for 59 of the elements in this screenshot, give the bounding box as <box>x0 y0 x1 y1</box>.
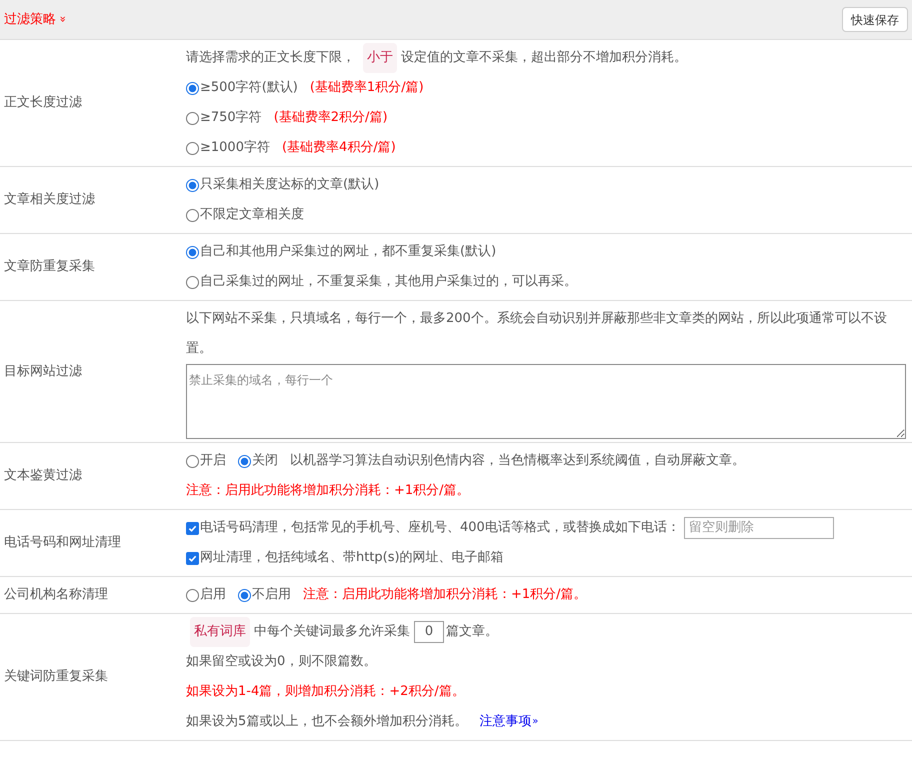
radio-button[interactable] <box>238 588 251 602</box>
setting-label: 关键词防重复采集 <box>4 668 108 686</box>
radio-label[interactable]: 启用 <box>200 580 226 610</box>
setting-label: 文章防重复采集 <box>4 258 95 276</box>
note-text: (基础费率1积分/篇) <box>310 79 424 97</box>
description-text: 请选择需求的正文长度下限， <box>186 49 355 67</box>
checkbox[interactable] <box>186 522 199 534</box>
note-text: (基础费率4积分/篇) <box>282 139 396 157</box>
note-text: 如果设为1-4篇，则增加积分消耗：+2积分/篇。 <box>186 683 465 701</box>
radio-label[interactable]: 不启用 <box>252 580 291 610</box>
radio-button[interactable] <box>186 246 199 258</box>
note-text: (基础费率2积分/篇) <box>274 109 388 127</box>
setting-label: 文本鉴黄过滤 <box>4 467 82 486</box>
double-chevron-icon: » <box>532 707 538 737</box>
radio-label[interactable]: ≥750字符 <box>200 103 262 133</box>
description-text: 篇文章。 <box>446 623 498 641</box>
description-text: 以下网站不采集，只填域名，每行一个，最多200个。系统会自动识别并屏蔽那些非文章类的网站，所以此项通常可以不设置。 <box>186 310 888 358</box>
description-text: 设定值的文章不采集，超出部分不增加积分消耗。 <box>401 49 687 67</box>
radio-button[interactable] <box>186 82 199 94</box>
radio-label[interactable]: 自己采集过的网址，不重复采集，其他用户采集过的，可以再采。 <box>200 267 577 297</box>
radio-button[interactable] <box>186 208 199 222</box>
checkbox[interactable] <box>186 552 199 564</box>
number-input-field[interactable]: 0 <box>414 621 444 643</box>
setting-label: 正文长度过滤 <box>4 94 82 112</box>
checkbox-label[interactable]: 电话号码清理，包括常见的手机号、座机号、400电话等格式，或替换成如下电话： <box>200 513 680 543</box>
radio-label[interactable]: 开启 <box>200 446 226 476</box>
radio-label[interactable]: 关闭 <box>252 446 278 476</box>
radio-button[interactable] <box>186 112 199 124</box>
radio-label[interactable]: ≥1000字符 <box>200 133 270 163</box>
radio-button[interactable] <box>186 276 199 288</box>
radio-button[interactable] <box>186 588 199 602</box>
checkmark-icon <box>188 524 197 532</box>
radio-button[interactable] <box>186 454 199 468</box>
radio-button[interactable] <box>238 454 251 468</box>
radio-label[interactable]: ≥500字符(默认) <box>200 73 298 103</box>
radio-label[interactable]: 只采集相关度达标的文章(默认) <box>200 170 380 200</box>
keyword-tag: 私有词库 <box>190 617 250 647</box>
setting-label: 公司机构名称清理 <box>4 586 108 604</box>
notes-link[interactable]: 注意事项» <box>479 707 538 737</box>
quick-save-button[interactable]: 快速保存 <box>842 7 908 32</box>
domain-textarea[interactable]: 禁止采集的域名，每行一个 <box>186 364 906 439</box>
double-chevron-icon: » <box>54 16 71 23</box>
radio-button[interactable] <box>186 142 199 154</box>
radio-label[interactable]: 不限定文章相关度 <box>200 200 304 230</box>
radio-label[interactable]: 自己和其他用户采集过的网址，都不重复采集(默认) <box>200 237 496 267</box>
setting-label: 文章相关度过滤 <box>4 191 95 210</box>
radio-button[interactable] <box>186 178 199 192</box>
setting-label: 电话号码和网址清理 <box>4 534 121 552</box>
description-text: 中每个关键词最多允许采集 <box>254 623 410 641</box>
checkbox-label[interactable]: 网址清理，包括纯域名、带http(s)的网址、电子邮箱 <box>200 543 504 573</box>
description-text: 如果留空或设为0，则不限篇数。 <box>186 653 376 671</box>
phone-input-field[interactable]: 留空则删除 <box>684 517 834 539</box>
note-text: 注意：启用此功能将增加积分消耗：+1积分/篇。 <box>186 482 470 500</box>
keyword-tag: 小于 <box>363 43 397 73</box>
note-text: 注意：启用此功能将增加积分消耗：+1积分/篇。 <box>303 586 587 604</box>
setting-label: 目标网站过滤 <box>4 362 82 381</box>
description-text: 如果设为5篇或以上，也不会额外增加积分消耗。 <box>186 713 468 731</box>
description-text: 以机器学习算法自动识别色情内容，当色情概率达到系统阈值，自动屏蔽文章。 <box>290 452 745 470</box>
checkmark-icon <box>188 554 197 562</box>
